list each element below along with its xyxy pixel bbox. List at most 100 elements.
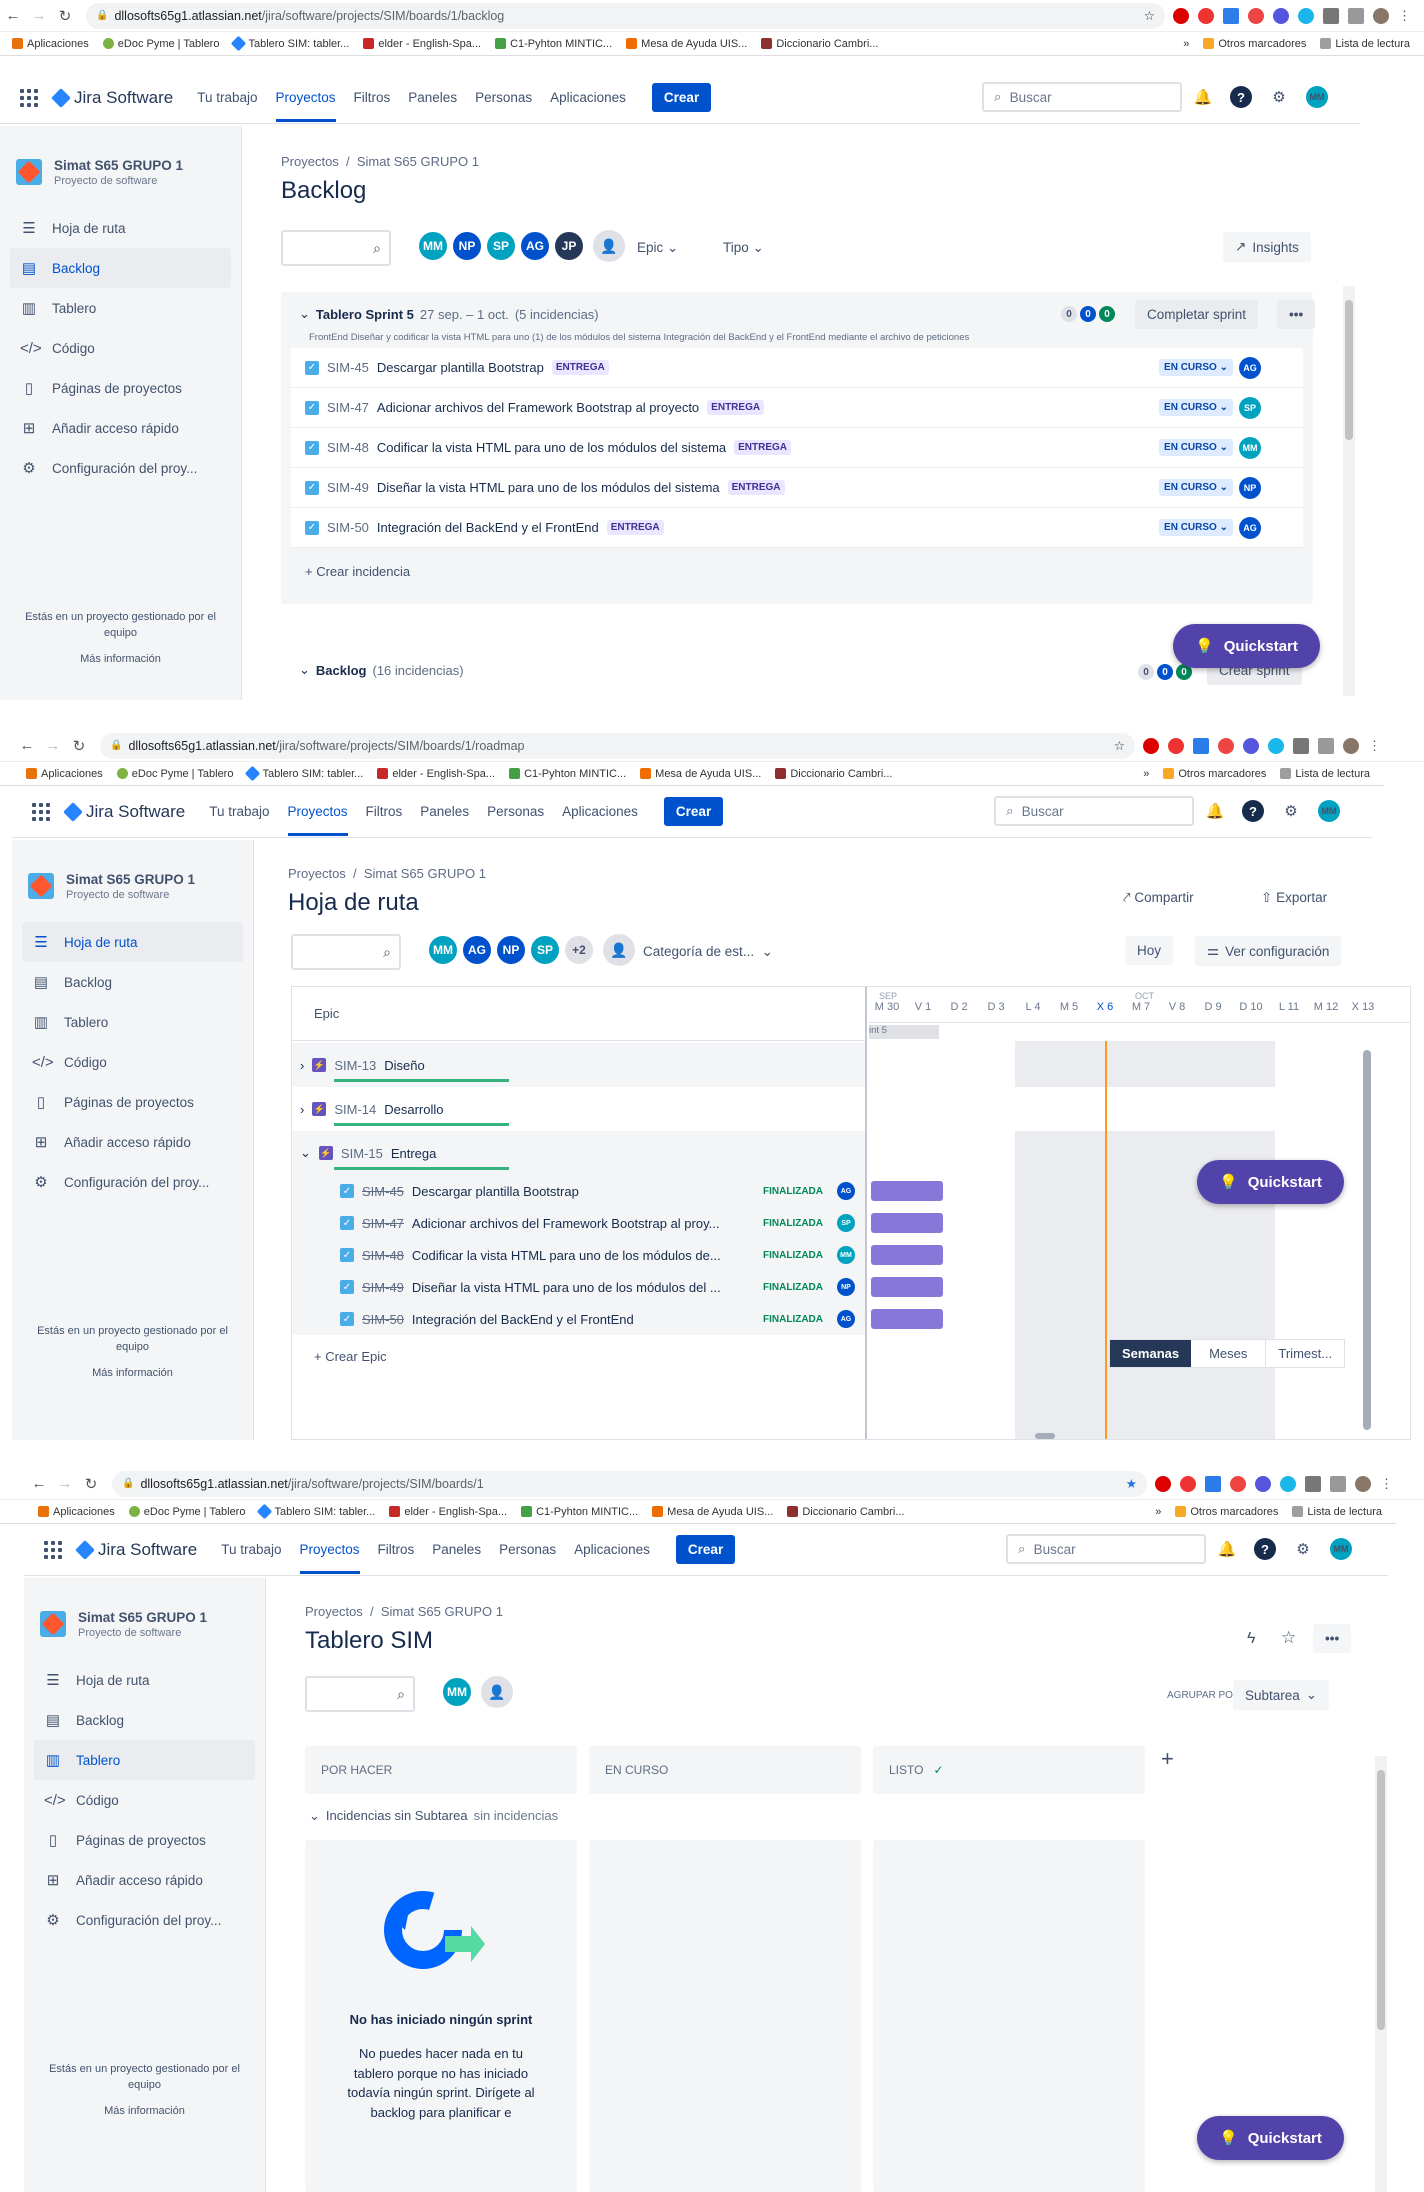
child-issue-row[interactable]: ✓ SIM-50 Integración del BackEnd y el Fron…: [292, 1303, 865, 1335]
nav-personas[interactable]: Personas: [499, 1542, 556, 1557]
issue-key[interactable]: SIM-47: [362, 1216, 404, 1231]
bookmark-item[interactable]: C1-Pyhton MINTIC...: [521, 1506, 638, 1518]
profile-icon[interactable]: [1373, 7, 1389, 24]
bookmark-item[interactable]: Diccionario Cambri...: [787, 1506, 904, 1518]
bookmark-item[interactable]: elder - English-Spa...: [389, 1506, 507, 1518]
crumb-projects[interactable]: Proyectos: [305, 1604, 363, 1619]
type-filter[interactable]: Tipo ⌄: [723, 240, 764, 256]
bookmark-star-icon[interactable]: ★: [1126, 1476, 1137, 1491]
sprint-header[interactable]: ⌄ Tablero Sprint 5 27 sep. – 1 oct. (5 i…: [299, 306, 599, 322]
assignee-avatar[interactable]: AG: [837, 1310, 855, 1328]
scrollbar[interactable]: [1363, 1050, 1371, 1430]
nav-filtros[interactable]: Filtros: [366, 804, 403, 819]
issue-key[interactable]: SIM-45: [362, 1184, 404, 1199]
sidebar-item-board[interactable]: ▥ Tablero: [10, 288, 231, 328]
bookmark-item[interactable]: Aplicaciones: [12, 38, 89, 50]
nav-paneles[interactable]: Paneles: [420, 804, 469, 819]
other-bookmarks[interactable]: Otros marcadores: [1175, 1506, 1278, 1518]
assignee-avatar[interactable]: MM: [837, 1246, 855, 1264]
assignee-avatar[interactable]: AG: [837, 1182, 855, 1200]
bookmark-item[interactable]: elder - English-Spa...: [377, 768, 495, 780]
bookmark-item[interactable]: Tablero SIM: tabler...: [257, 1503, 375, 1520]
bookmark-item[interactable]: eDoc Pyme | Tablero: [116, 768, 233, 780]
nav-tu-trabajo[interactable]: Tu trabajo: [197, 90, 257, 105]
reading-icon[interactable]: [1330, 1475, 1346, 1492]
search-input[interactable]: ⌕ Buscar: [1006, 1534, 1206, 1564]
jira-logo[interactable]: Jira Software: [51, 88, 173, 108]
sidebar-item-shortcut[interactable]: ⊞ Añadir acceso rápido: [22, 1122, 243, 1162]
swimlane-header[interactable]: ⌄ Incidencias sin Subtarea sin incidenci…: [309, 1808, 558, 1824]
quickstart-button[interactable]: 💡 Quickstart: [1173, 624, 1320, 668]
add-people-icon[interactable]: 👤: [593, 230, 625, 262]
reading-list[interactable]: Lista de lectura: [1292, 1506, 1382, 1518]
notifications-icon[interactable]: 🔔: [1216, 1538, 1238, 1560]
timeline-bar[interactable]: [871, 1309, 943, 1329]
assignee-avatar[interactable]: SP: [1239, 396, 1261, 419]
assignee-avatar[interactable]: MM: [1239, 436, 1261, 459]
issue-key[interactable]: SIM-48: [362, 1248, 404, 1263]
bookmark-item[interactable]: eDoc Pyme | Tablero: [128, 1506, 245, 1518]
nav-filtros[interactable]: Filtros: [378, 1542, 415, 1557]
create-button[interactable]: Crear: [675, 1535, 736, 1564]
status-dropdown[interactable]: EN CURSO ⌄: [1159, 479, 1233, 496]
sidebar-item-code[interactable]: </> Código: [34, 1780, 255, 1820]
gear-ext-icon[interactable]: [1243, 737, 1259, 754]
create-button[interactable]: Crear: [663, 797, 724, 826]
view-settings-button[interactable]: ⚌ Ver configuración: [1195, 936, 1342, 966]
vimeo-icon[interactable]: [1268, 737, 1284, 754]
adblock-icon[interactable]: [1168, 737, 1184, 754]
quickstart-button[interactable]: 💡 Quickstart: [1197, 2116, 1344, 2160]
nav-paneles[interactable]: Paneles: [432, 1542, 481, 1557]
assignee-avatar[interactable]: AG: [1239, 516, 1261, 539]
back-icon[interactable]: ←: [0, 3, 26, 29]
gear-ext-icon[interactable]: [1255, 1475, 1271, 1492]
app-switcher-icon[interactable]: [32, 801, 54, 823]
today-button[interactable]: Hoy: [1125, 936, 1174, 965]
issue-row[interactable]: ✓ SIM-50 Integración del BackEnd y el Fr…: [291, 508, 1303, 548]
other-bookmarks[interactable]: Otros marcadores: [1203, 38, 1306, 50]
reading-icon[interactable]: [1318, 737, 1334, 754]
vimeo-icon[interactable]: [1298, 7, 1314, 24]
epic-row[interactable]: › ⚡ SIM-14 Desarrollo: [292, 1087, 865, 1131]
reading-list[interactable]: Lista de lectura: [1320, 38, 1410, 50]
help-icon[interactable]: ?: [1254, 1538, 1276, 1560]
sidebar-item-board[interactable]: ▥ Tablero: [34, 1740, 255, 1780]
horizontal-scroll-thumb[interactable]: [1035, 1433, 1055, 1439]
crumb-project[interactable]: Simat S65 GRUPO 1: [364, 866, 486, 881]
adblock-icon[interactable]: [1198, 7, 1214, 24]
nav-personas[interactable]: Personas: [487, 804, 544, 819]
status-dropdown[interactable]: EN CURSO ⌄: [1159, 519, 1233, 536]
forward-icon[interactable]: →: [26, 3, 52, 29]
user-avatar[interactable]: MM: [1318, 800, 1340, 822]
profile-icon[interactable]: [1343, 737, 1359, 754]
nav-aplicaciones[interactable]: Aplicaciones: [550, 90, 626, 105]
learn-more-link[interactable]: Más información: [14, 652, 227, 668]
crumb-project[interactable]: Simat S65 GRUPO 1: [357, 154, 479, 169]
issue-key[interactable]: SIM-50: [362, 1312, 404, 1327]
reading-icon[interactable]: [1348, 7, 1364, 24]
other-bookmarks[interactable]: Otros marcadores: [1163, 768, 1266, 780]
add-people-icon[interactable]: 👤: [603, 934, 635, 966]
sidebar-item-backlog[interactable]: ▤ Backlog: [34, 1700, 255, 1740]
nav-personas[interactable]: Personas: [475, 90, 532, 105]
issue-key[interactable]: SIM-47: [327, 400, 369, 415]
sidebar-item-pages[interactable]: ▯ Páginas de proyectos: [22, 1082, 243, 1122]
epic-row[interactable]: › ⚡ SIM-13 Diseño: [292, 1043, 865, 1087]
megaphone-icon[interactable]: [1248, 7, 1264, 24]
app-switcher-icon[interactable]: [20, 87, 42, 109]
issue-key[interactable]: SIM-50: [327, 520, 369, 535]
star-icon[interactable]: ☆: [1281, 1628, 1296, 1648]
backlog-search-input[interactable]: ⌕: [281, 230, 391, 266]
scrollbar[interactable]: [1343, 286, 1355, 696]
learn-more-link[interactable]: Más información: [26, 1366, 239, 1382]
bookmark-item[interactable]: Mesa de Ayuda UIS...: [652, 1506, 773, 1518]
bookmarks-more[interactable]: »: [1155, 1506, 1161, 1518]
roadmap-search-input[interactable]: ⌕: [291, 934, 401, 970]
issue-key[interactable]: SIM-49: [362, 1280, 404, 1295]
back-icon[interactable]: ←: [26, 1471, 52, 1497]
status-dropdown[interactable]: EN CURSO ⌄: [1159, 399, 1233, 416]
assignee-avatar[interactable]: SP: [837, 1214, 855, 1232]
back-icon[interactable]: ←: [14, 733, 40, 759]
sidebar-item-roadmap[interactable]: ☰ Hoja de ruta: [22, 922, 243, 962]
bookmark-item[interactable]: C1-Pyhton MINTIC...: [509, 768, 626, 780]
